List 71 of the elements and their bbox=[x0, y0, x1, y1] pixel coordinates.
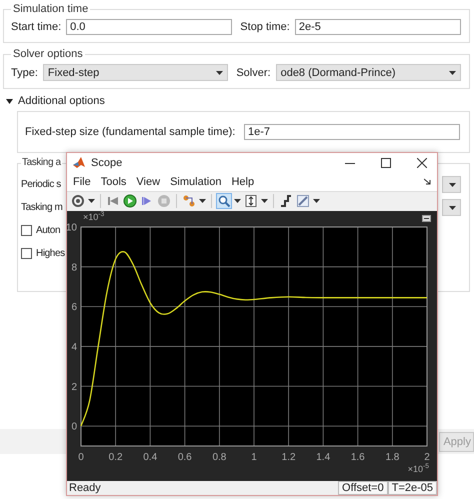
dropdown[interactable]: Fixed-step bbox=[42, 64, 228, 81]
scale-icon[interactable] bbox=[244, 194, 258, 208]
tick-label: 10 bbox=[67, 222, 77, 234]
status-field: Offset=0 bbox=[338, 481, 388, 495]
checkbox-label: Auton bbox=[36, 224, 60, 238]
trigger-icon[interactable] bbox=[279, 194, 293, 208]
tick-label: 2 bbox=[71, 381, 77, 392]
tick-label: 1.6 bbox=[350, 452, 365, 463]
tick-label: 4 bbox=[71, 342, 77, 353]
caret-icon bbox=[216, 70, 224, 74]
status-text: Ready bbox=[69, 481, 102, 495]
group-title: Simulation time bbox=[12, 2, 90, 16]
dropdown[interactable] bbox=[442, 199, 461, 216]
field-label: Tasking m bbox=[21, 200, 62, 214]
input-field[interactable]: 1e-7 bbox=[244, 124, 460, 140]
menu-item[interactable]: File bbox=[73, 174, 91, 189]
field-label: Stop time: bbox=[240, 20, 290, 34]
checkbox-label: Highes bbox=[36, 246, 65, 260]
caret-icon bbox=[313, 199, 320, 204]
section-toggle[interactable]: Additional options bbox=[18, 94, 105, 108]
zoom-icon[interactable] bbox=[217, 194, 231, 208]
input-field[interactable]: 0.0 bbox=[66, 19, 232, 35]
tick-label: 0 bbox=[78, 452, 84, 463]
dock-icon[interactable] bbox=[424, 178, 431, 186]
menu-item[interactable]: Simulation bbox=[170, 174, 222, 189]
group-title: Solver options bbox=[12, 47, 84, 61]
tick-label: 1.2 bbox=[282, 452, 296, 463]
tick-label: 1.4 bbox=[316, 452, 330, 463]
expand-triangle-icon[interactable] bbox=[6, 98, 13, 104]
field-label: Solver: bbox=[236, 66, 271, 80]
menu-item[interactable]: View bbox=[136, 174, 160, 189]
tick-label: 0.8 bbox=[212, 452, 226, 463]
field-label: Periodic s bbox=[21, 178, 61, 192]
caret-icon bbox=[449, 70, 456, 74]
caret-icon bbox=[449, 206, 456, 210]
field-label: Fixed-step size (fundamental sample time): bbox=[25, 125, 236, 139]
checkbox[interactable] bbox=[21, 225, 32, 236]
axis-exponent: ×10$^{-5}$ bbox=[408, 462, 429, 475]
tick-label: 1.8 bbox=[385, 452, 400, 463]
tick-label: 0.6 bbox=[178, 452, 192, 463]
edit-icon[interactable] bbox=[296, 194, 310, 208]
axis-exponent: ×10$^{-3}$ bbox=[83, 212, 104, 222]
menu-item[interactable]: Tools bbox=[100, 174, 126, 189]
tick-label: 8 bbox=[71, 262, 77, 273]
caret-icon bbox=[449, 182, 456, 186]
tick-label: 1 bbox=[251, 452, 257, 463]
tick-label: 0 bbox=[71, 421, 77, 432]
dropdown[interactable]: ode8 (Dormand-Prince) bbox=[276, 64, 461, 81]
caret-icon bbox=[199, 199, 206, 204]
checkbox[interactable] bbox=[21, 248, 32, 259]
menu-item[interactable]: Help bbox=[231, 174, 254, 189]
maximize-icon[interactable] bbox=[381, 158, 391, 168]
status-field: T=2e-05 bbox=[388, 481, 437, 495]
tick-label: 6 bbox=[71, 302, 77, 313]
field-label: Start time: bbox=[11, 20, 62, 34]
app-icon bbox=[73, 156, 85, 169]
caret-icon bbox=[88, 199, 95, 204]
field-label: Type: bbox=[11, 66, 38, 80]
dropdown[interactable] bbox=[442, 176, 461, 193]
group-title: Tasking a bbox=[21, 156, 62, 170]
input-field[interactable]: 2e-5 bbox=[294, 19, 461, 35]
close-icon[interactable] bbox=[417, 158, 427, 168]
tick-label: 0.4 bbox=[143, 452, 158, 463]
caret-icon bbox=[261, 199, 268, 204]
tick-label: 2 bbox=[424, 452, 430, 463]
window-title: Scope bbox=[91, 156, 124, 170]
signal-icon[interactable] bbox=[182, 194, 196, 208]
run-icon[interactable] bbox=[123, 194, 137, 208]
caret-icon bbox=[234, 199, 241, 204]
expand-icon[interactable] bbox=[422, 214, 431, 222]
tick-label: 0.2 bbox=[108, 452, 123, 463]
